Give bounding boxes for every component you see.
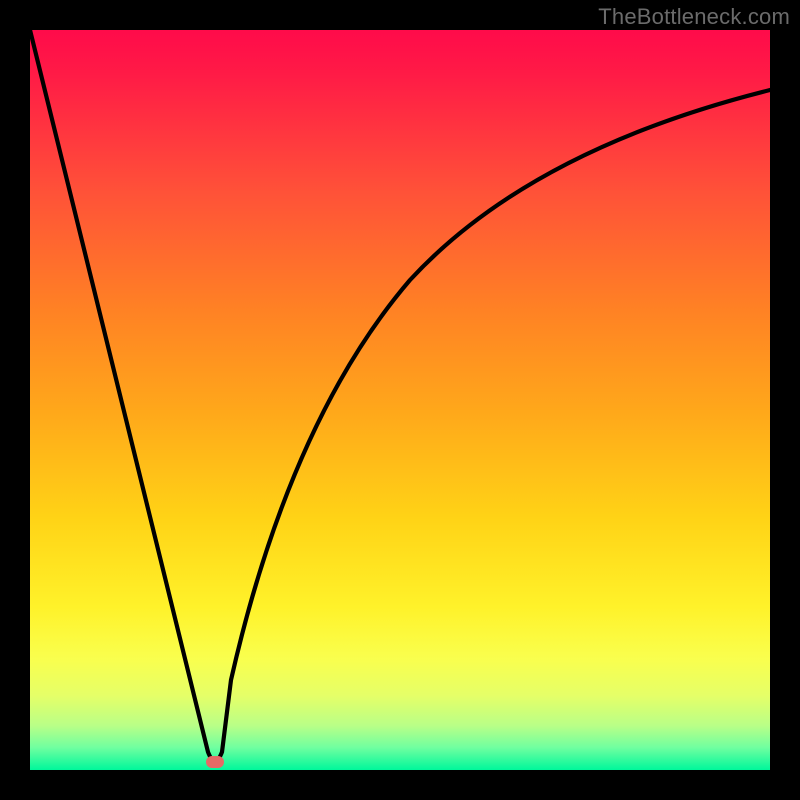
attribution-label: TheBottleneck.com (598, 4, 790, 30)
plot-area (30, 30, 770, 770)
curve-path (30, 30, 770, 761)
bottleneck-curve (30, 30, 770, 770)
optimal-point-marker (206, 756, 224, 768)
chart-frame: TheBottleneck.com (0, 0, 800, 800)
